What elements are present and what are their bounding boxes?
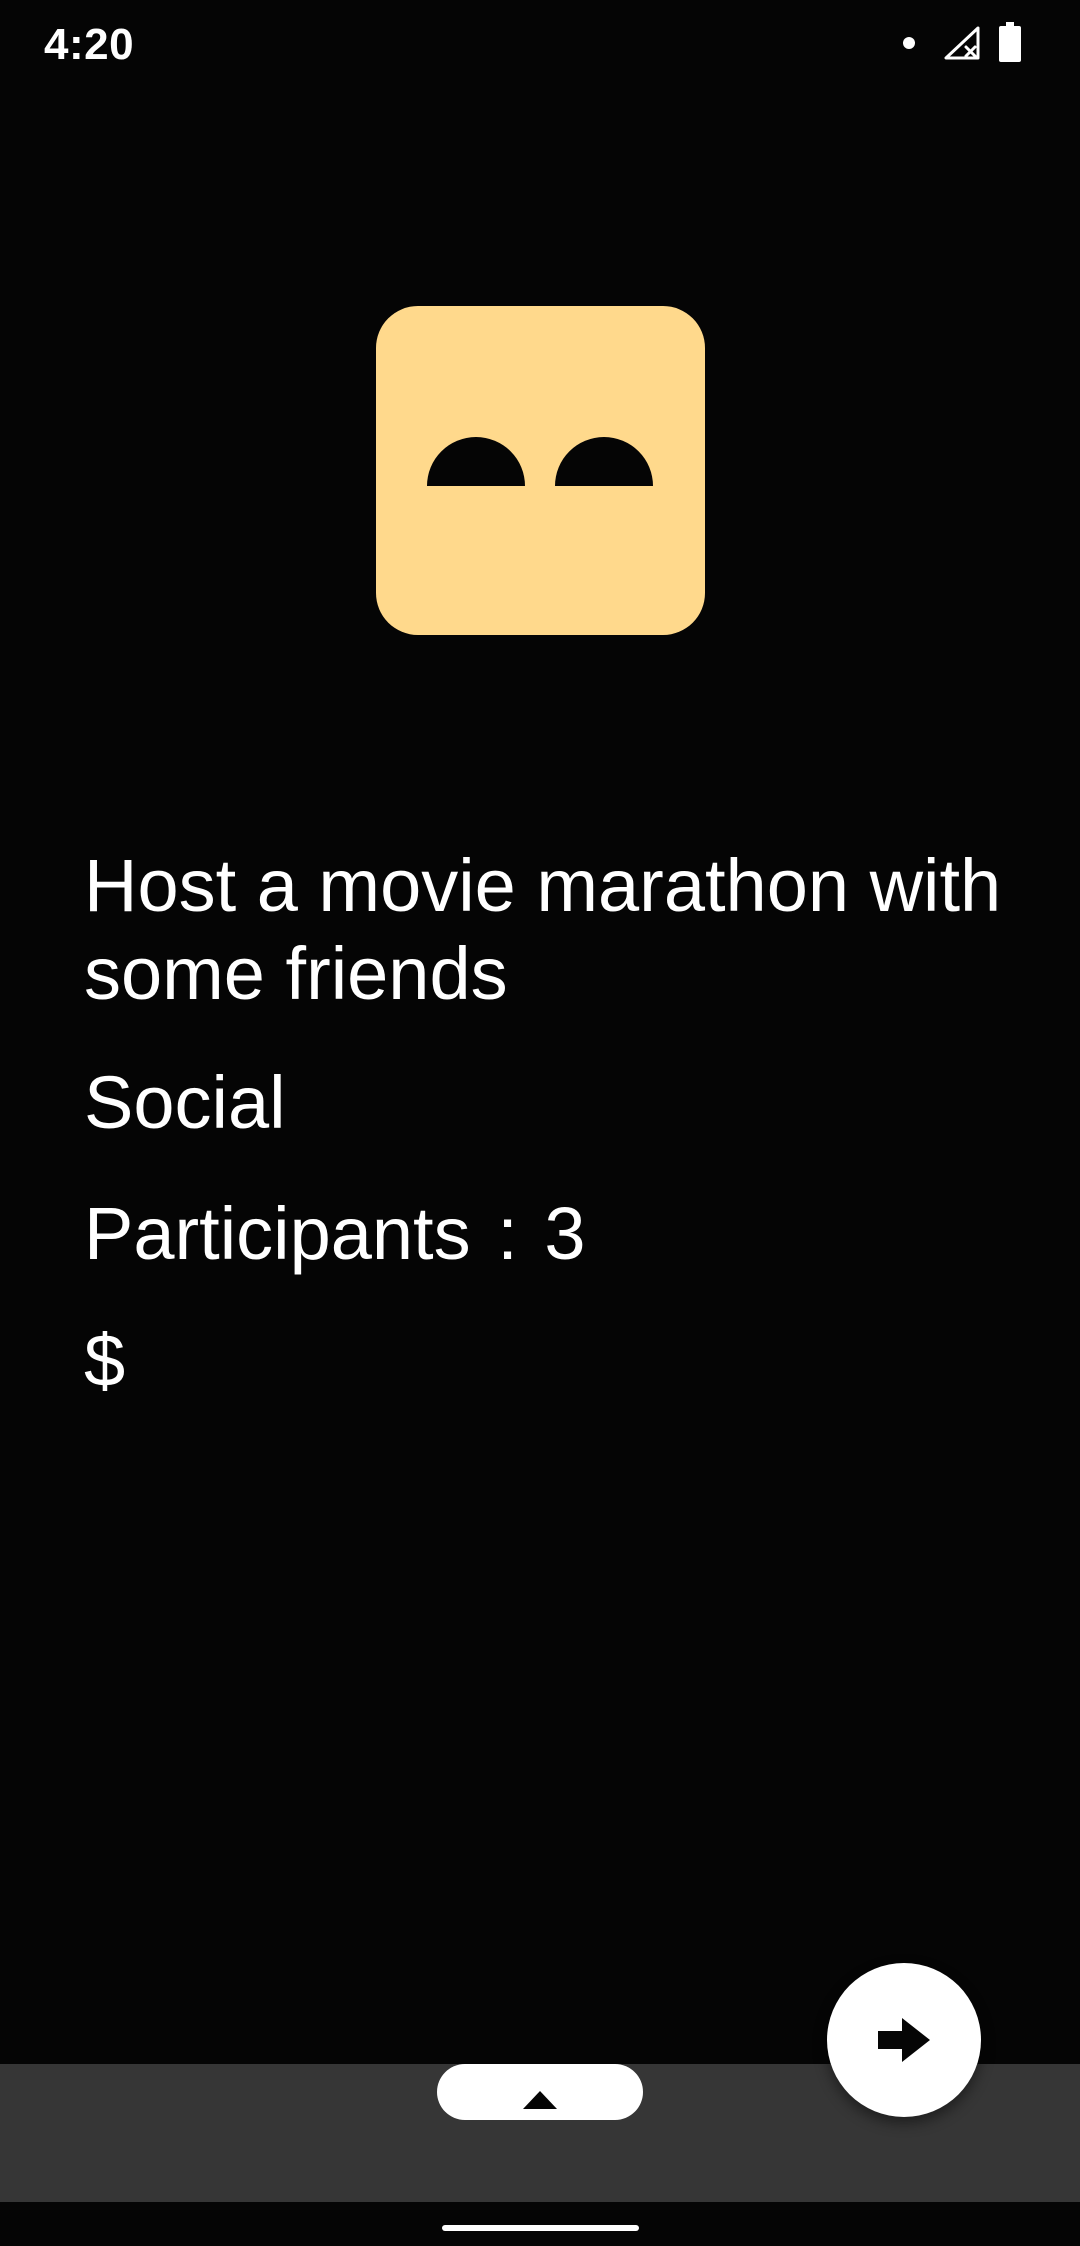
- activity-type: Social: [84, 1061, 286, 1144]
- activity-title: Host a movie marathon with some friends: [84, 844, 1002, 1015]
- activity-price: $: [84, 1319, 126, 1402]
- status-time: 4:20: [44, 20, 135, 69]
- navigation-bar: [0, 2202, 1080, 2246]
- participants-label: Participants: [84, 1192, 471, 1275]
- signal-off-icon: [944, 26, 980, 60]
- participants-separator: :: [497, 1192, 518, 1275]
- notification-dot-icon: [903, 37, 915, 49]
- next-activity-button[interactable]: [827, 1963, 981, 2117]
- chevron-up-icon: [523, 2091, 557, 2109]
- participants-value: 3: [544, 1192, 586, 1275]
- expand-sheet-button[interactable]: [437, 2064, 643, 2120]
- gesture-handle[interactable]: [442, 2225, 639, 2231]
- battery-icon: [999, 22, 1021, 62]
- participants-text: Participants : 3: [84, 1190, 585, 1278]
- arrow-right-icon: [878, 2018, 930, 2062]
- face-eyes-icon: [376, 306, 705, 635]
- status-bar: 4:20: [0, 0, 1080, 86]
